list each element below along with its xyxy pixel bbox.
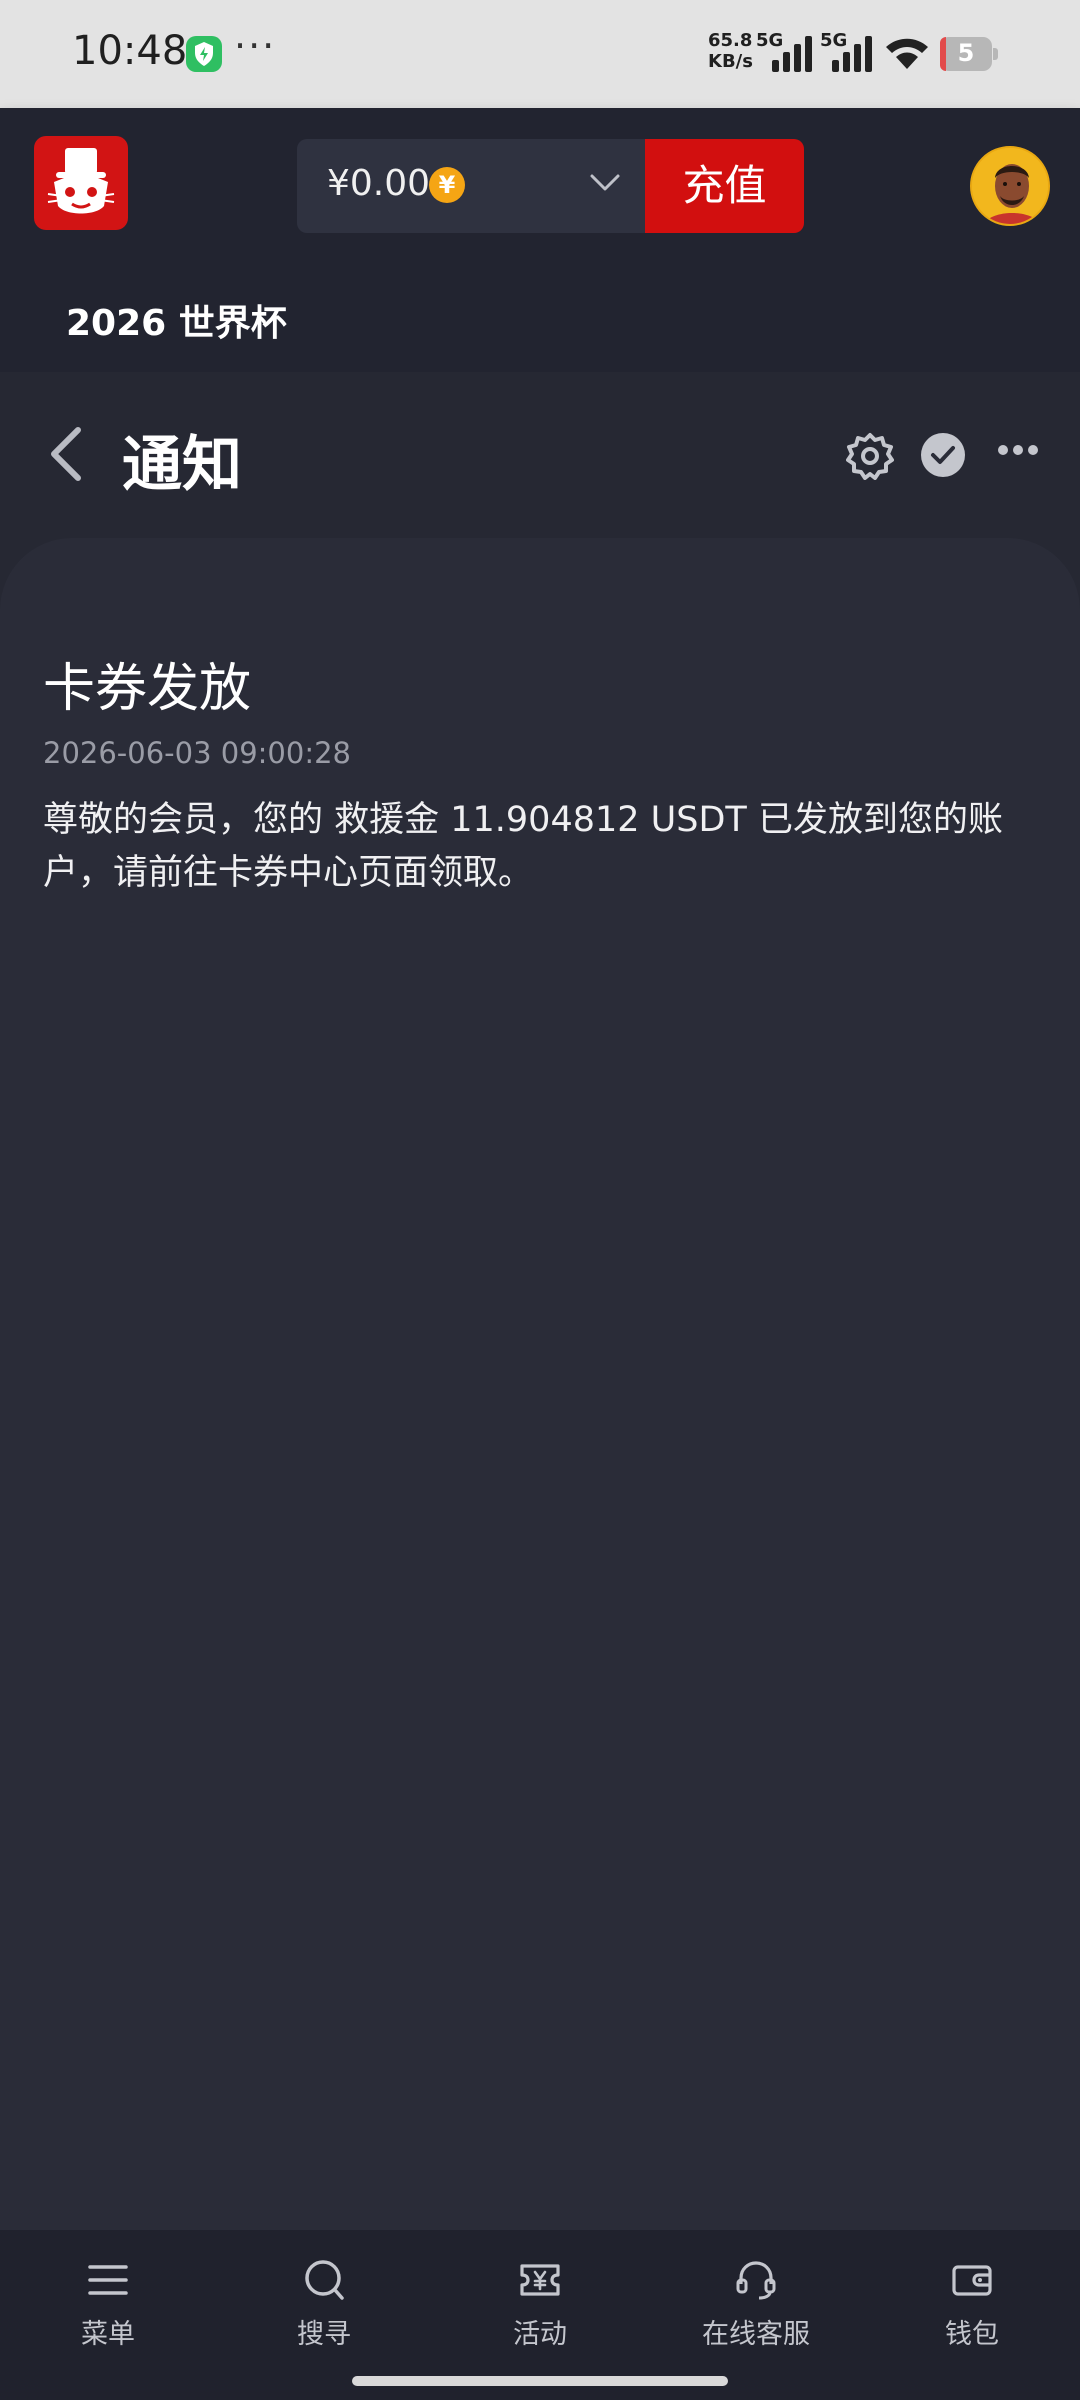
more-horizontal-icon[interactable]: [998, 444, 1038, 456]
worldcup-banner-tab[interactable]: 2026 世界杯: [66, 294, 287, 346]
app-header: ¥0.00 ¥ 充值 2026 世界杯: [0, 108, 1080, 372]
check-circle-icon[interactable]: [920, 432, 966, 478]
avatar-portrait-icon: [972, 148, 1048, 224]
nav-label-activities: 活动: [513, 2319, 567, 2350]
battery-icon: 5: [940, 37, 998, 71]
headset-icon: [736, 2261, 776, 2300]
chevron-down-icon: [590, 174, 620, 191]
status-time: 10:48: [72, 28, 188, 74]
nav-label-menu: 菜单: [81, 2319, 135, 2350]
nav-item-search[interactable]: 搜寻: [234, 2258, 414, 2351]
nav-item-activities[interactable]: 活动: [450, 2258, 630, 2351]
network-speed: 65.8 KB/s: [708, 30, 753, 72]
app-logo[interactable]: [34, 136, 128, 230]
back-arrow-icon[interactable]: [46, 424, 86, 484]
wifi-icon: [886, 38, 928, 69]
notification-timestamp: 2026-06-03 09:00:28: [43, 736, 351, 770]
status-bar: 10:48 ··· 65.8 KB/s 5G 5G 5: [0, 0, 1080, 108]
nav-label-wallet: 钱包: [945, 2319, 999, 2350]
battery-level: 5: [957, 39, 975, 67]
more-dots-icon: ···: [234, 24, 277, 68]
notification-card: 卡券发放 2026-06-03 09:00:28 尊敬的会员，您的 救援金 11…: [0, 538, 1080, 2230]
top-hat-cat-logo-icon: [47, 148, 115, 214]
page-title: 通知: [122, 430, 242, 500]
bottom-nav: 菜单 搜寻 活动 在线客服 钱包: [0, 2230, 1080, 2400]
ticket-icon: [520, 2264, 560, 2296]
yuan-coin-icon: ¥: [429, 167, 465, 203]
balance-amount: ¥0.00: [327, 163, 431, 204]
balance-selector[interactable]: ¥0.00 ¥: [297, 139, 645, 233]
wallet-icon: [952, 2265, 992, 2296]
nav-label-support: 在线客服: [702, 2319, 810, 2350]
menu-icon: [88, 2265, 128, 2295]
recharge-button[interactable]: 充值: [645, 139, 804, 233]
signal-icon: [772, 36, 812, 72]
gear-icon[interactable]: [846, 432, 894, 480]
shield-app-icon: [186, 36, 222, 72]
notification-body: 尊敬的会员，您的 救援金 11.904812 USDT 已发放到您的账户，请前往…: [43, 800, 1003, 893]
nav-item-menu[interactable]: 菜单: [18, 2258, 198, 2351]
nav-label-search: 搜寻: [297, 2319, 351, 2350]
search-icon: [305, 2260, 344, 2300]
notification-title: 卡券发放: [43, 659, 252, 719]
avatar[interactable]: [970, 146, 1050, 226]
nav-item-support[interactable]: 在线客服: [666, 2258, 846, 2351]
signal-icon-2: [832, 36, 872, 72]
home-indicator[interactable]: [352, 2376, 728, 2386]
notification-titlebar: 通知: [0, 372, 1080, 538]
nav-item-wallet[interactable]: 钱包: [882, 2258, 1062, 2351]
